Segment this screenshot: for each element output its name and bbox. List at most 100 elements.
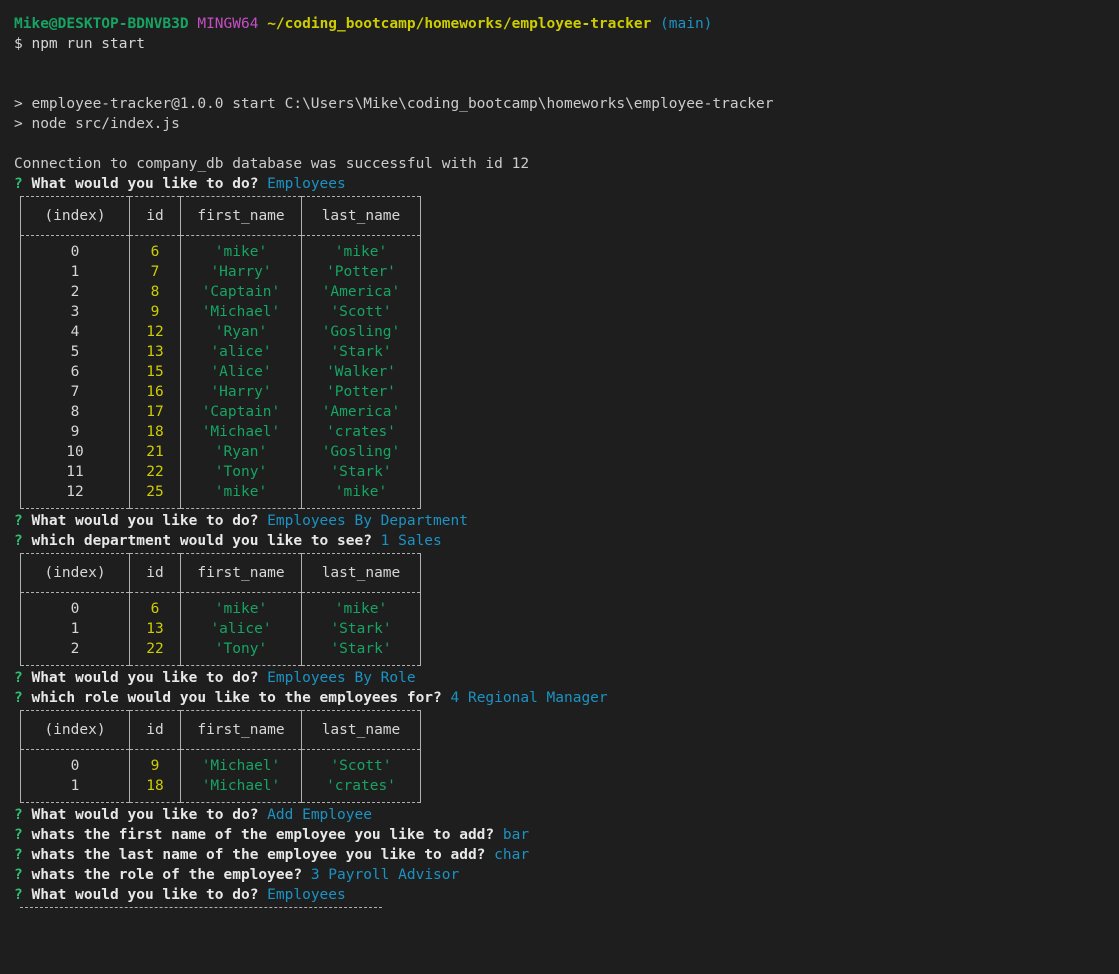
prompt-question-line: ? What would you like to do? Employees: [14, 174, 1119, 194]
question-text: which department would you like to see?: [22, 533, 381, 549]
table-row: 2 22 'Tony' 'Stark': [20, 639, 421, 666]
table-row: 5 13'alice' 'Stark': [20, 342, 421, 362]
question-mark-icon: ?: [14, 867, 23, 883]
question-answer: bar: [502, 827, 530, 843]
cell-index: 3: [20, 302, 130, 322]
question-mark-icon: ?: [14, 513, 23, 529]
cell-id: 6: [129, 235, 181, 262]
npm-script-line: > employee-tracker@1.0.0 start C:\Users\…: [14, 96, 774, 112]
cell-first_name: 'mike': [180, 235, 302, 262]
cell-last_name: 'Stark': [301, 342, 421, 362]
cell-last_name: 'Gosling': [301, 322, 421, 342]
table-header-row: (index) id first_name last_name: [20, 553, 421, 593]
shell-prompt-line: Mike@DESKTOP-BDNVB3D MINGW64 ~/coding_bo…: [14, 14, 1119, 34]
prompt-path: ~/coding_bootcamp/homeworks/employee-tra…: [267, 16, 652, 32]
table-row: 7 16 'Harry' 'Potter': [20, 382, 421, 402]
column-header-first_name: first_name: [180, 196, 302, 236]
cell-first_name: 'Captain': [180, 402, 302, 422]
cell-index: 2: [20, 282, 130, 302]
cell-last_name: 'Stark': [301, 619, 421, 639]
question-answer: Employees: [267, 887, 346, 903]
table-header-row: (index) id first_name last_name: [20, 710, 421, 750]
cell-last_name: 'Stark': [301, 639, 421, 666]
cell-id: 22: [129, 462, 181, 482]
prompt-user-host: Mike@DESKTOP-BDNVB3D: [14, 16, 189, 32]
question-text: What would you like to do?: [22, 513, 268, 529]
table-row: 8 17 'Captain' 'America': [20, 402, 421, 422]
column-header-index: (index): [20, 196, 130, 236]
cell-last_name: 'mike': [301, 482, 421, 509]
prompt-dollar-sign: $: [14, 36, 23, 52]
cell-index: 1: [20, 776, 130, 803]
column-header-id: id: [129, 553, 181, 593]
question-mark-icon: ?: [14, 670, 23, 686]
cell-first_name: 'Michael': [180, 422, 302, 442]
cell-first_name: 'alice': [180, 619, 302, 639]
npm-node-line: > node src/index.js: [14, 116, 180, 132]
question-answer: Employees By Role: [267, 670, 416, 686]
question-mark-icon: ?: [14, 533, 23, 549]
question-mark-icon: ?: [14, 847, 23, 863]
table-header-row: (index) id first_name last_name: [20, 196, 421, 236]
console-table: (index) id first_name last_name 0 6'mike''mik…: [20, 196, 421, 509]
cell-index: 10: [20, 442, 130, 462]
column-header-last_name: last_name: [301, 710, 421, 750]
cell-last_name: 'mike': [301, 235, 421, 262]
column-header-index: (index): [20, 553, 130, 593]
table-row: 11 22 'Tony' 'Stark': [20, 462, 421, 482]
table-row: 9 18 'Michael''crates': [20, 422, 421, 442]
cell-last_name: 'Scott': [301, 749, 421, 776]
question-text: What would you like to do?: [22, 176, 268, 192]
cell-first_name: 'Michael': [180, 302, 302, 322]
column-header-last_name: last_name: [301, 553, 421, 593]
cell-first_name: 'Ryan': [180, 322, 302, 342]
cell-last_name: 'mike': [301, 592, 421, 619]
cell-first_name: 'mike': [180, 482, 302, 509]
table-row: 4 12 'Ryan' 'Gosling': [20, 322, 421, 342]
prompt-shell-name: MINGW64: [197, 16, 259, 32]
cell-first_name: 'mike': [180, 592, 302, 619]
cell-id: 16: [129, 382, 181, 402]
cell-index: 0: [20, 592, 130, 619]
question-text: which role would you like to the employe…: [22, 690, 451, 706]
cell-last_name: 'Scott': [301, 302, 421, 322]
typed-command: npm run start: [31, 36, 145, 52]
cell-index: 1: [20, 619, 130, 639]
prompt-question-line: ? whats the role of the employee? 3 Payr…: [14, 865, 1119, 885]
question-answer: Employees By Department: [267, 513, 468, 529]
prompt-question-line: ? What would you like to do? Employees: [14, 885, 1119, 905]
cell-first_name: 'Tony': [180, 639, 302, 666]
question-text: whats the role of the employee?: [22, 867, 311, 883]
table-row: 12 25'mike''mike': [20, 482, 421, 509]
cell-index: 12: [20, 482, 130, 509]
cell-id: 18: [129, 422, 181, 442]
prompt-question-line: ? which department would you like to see…: [14, 531, 1119, 551]
table-row: 6 15 'Alice' 'Walker': [20, 362, 421, 382]
question-text: whats the last name of the employee you …: [22, 847, 495, 863]
question-mark-icon: ?: [14, 807, 23, 823]
cell-id: 18: [129, 776, 181, 803]
question-text: What would you like to do?: [22, 670, 268, 686]
cell-id: 9: [129, 749, 181, 776]
column-header-id: id: [129, 710, 181, 750]
question-mark-icon: ?: [14, 176, 23, 192]
cell-last_name: 'Walker': [301, 362, 421, 382]
cell-id: 17: [129, 402, 181, 422]
db-connection-message: Connection to company_db database was su…: [14, 156, 530, 172]
console-table-partial-top-border: [20, 907, 382, 914]
question-text: What would you like to do?: [22, 807, 268, 823]
cell-id: 25: [129, 482, 181, 509]
cell-index: 1: [20, 262, 130, 282]
question-text: What would you like to do?: [22, 887, 268, 903]
cell-first_name: 'Harry': [180, 382, 302, 402]
cell-first_name: 'Harry': [180, 262, 302, 282]
table-row: 0 9 'Michael' 'Scott': [20, 749, 421, 776]
cell-index: 2: [20, 639, 130, 666]
console-table: (index) id first_name last_name 0 6'mike''mik…: [20, 553, 421, 666]
prompt-question-line: ? What would you like to do? Add Employe…: [14, 805, 1119, 825]
question-mark-icon: ?: [14, 827, 23, 843]
cell-last_name: 'Stark': [301, 462, 421, 482]
terminal-window[interactable]: Mike@DESKTOP-BDNVB3D MINGW64 ~/coding_bo…: [0, 0, 1119, 914]
question-answer: 3 Payroll Advisor: [310, 867, 460, 883]
